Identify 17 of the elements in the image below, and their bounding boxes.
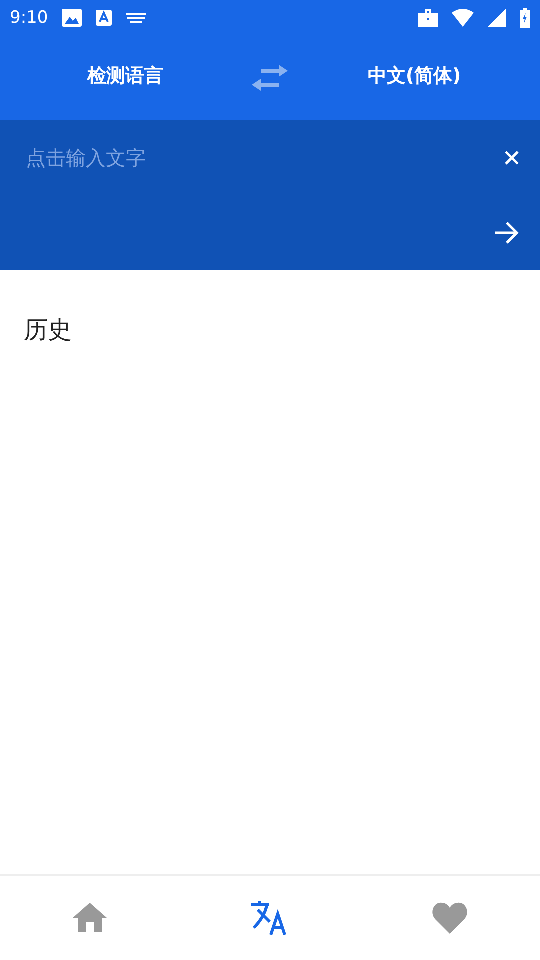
- status-time: 9:10: [10, 8, 48, 28]
- battery-icon: [520, 8, 530, 28]
- input-field[interactable]: 点击输入文字: [24, 145, 504, 171]
- wifi-icon: [452, 9, 474, 27]
- close-icon[interactable]: [504, 150, 520, 166]
- history-heading: 历史: [24, 315, 73, 346]
- image-icon: [62, 9, 82, 27]
- arrow-right-icon[interactable]: [494, 221, 520, 245]
- home-icon[interactable]: [73, 903, 107, 933]
- font-icon: [96, 10, 112, 26]
- translate-icon[interactable]: [251, 900, 289, 936]
- signal-icon: [488, 9, 506, 27]
- source-language[interactable]: 检测语言: [0, 63, 251, 89]
- heart-icon[interactable]: [432, 902, 468, 934]
- target-language[interactable]: 中文(简体): [289, 63, 540, 89]
- briefcase-icon: [418, 9, 438, 27]
- keyboard-icon: [126, 13, 146, 23]
